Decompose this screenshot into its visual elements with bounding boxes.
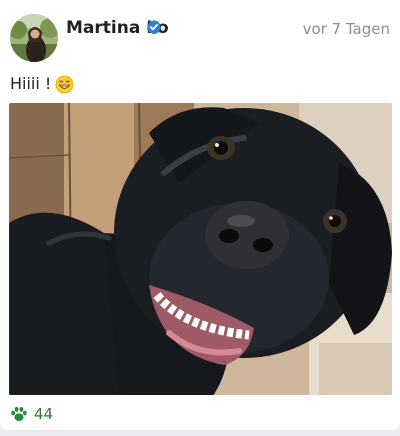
post-timestamp: vor 7 Tagen	[302, 20, 390, 38]
reactions-bar[interactable]: 44	[10, 405, 53, 423]
post-photo[interactable]	[9, 103, 392, 395]
paw-icon[interactable]	[10, 405, 28, 423]
grinning-emoji-icon	[55, 75, 74, 93]
author-avatar[interactable]	[10, 14, 58, 62]
post-text: Hiiii !	[10, 74, 52, 93]
verified-badge-icon	[146, 19, 162, 35]
post-text-row: Hiiii !	[10, 74, 74, 94]
post-card: Martina Lo vor 7 Tagen Hiiii ! 44	[0, 0, 400, 430]
reaction-count: 44	[34, 405, 54, 423]
